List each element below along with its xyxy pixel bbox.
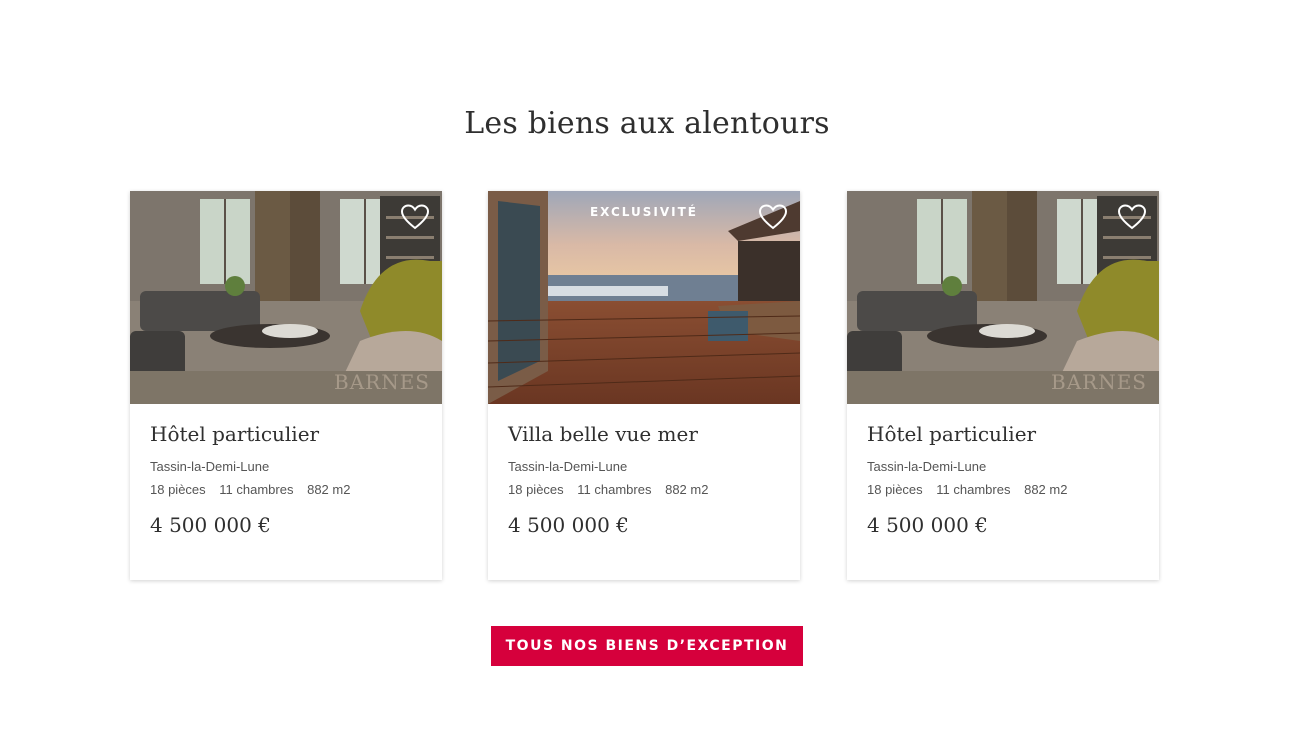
property-card[interactable]: BARNES Hôtel particulier Tassin-la-Demi-… xyxy=(847,191,1159,580)
property-price: 4 500 000 € xyxy=(150,513,271,537)
heart-outline-icon xyxy=(758,204,788,230)
property-location: Tassin-la-Demi-Lune xyxy=(508,459,628,474)
property-area: 882 m2 xyxy=(1024,482,1068,497)
brand-watermark: BARNES xyxy=(1051,370,1147,394)
favorite-button[interactable] xyxy=(1117,203,1147,231)
property-specs: 18 pièces 11 chambres 882 m2 xyxy=(150,481,422,499)
property-card[interactable]: EXCLUSIVITÉ Villa belle vue mer Tassin-l… xyxy=(488,191,800,580)
favorite-button[interactable] xyxy=(400,203,430,231)
property-title[interactable]: Villa belle vue mer xyxy=(508,422,780,446)
heart-outline-icon xyxy=(1117,204,1147,230)
property-price: 4 500 000 € xyxy=(508,513,629,537)
property-rooms: 18 pièces xyxy=(867,482,923,497)
favorite-button[interactable] xyxy=(758,203,788,231)
property-area: 882 m2 xyxy=(665,482,709,497)
property-image[interactable]: BARNES xyxy=(847,191,1159,404)
brand-watermark: BARNES xyxy=(334,370,430,394)
property-rooms: 18 pièces xyxy=(508,482,564,497)
property-title[interactable]: Hôtel particulier xyxy=(150,422,422,446)
property-bedrooms: 11 chambres xyxy=(936,482,1011,497)
property-specs: 18 pièces 11 chambres 882 m2 xyxy=(867,481,1139,499)
property-location: Tassin-la-Demi-Lune xyxy=(867,459,987,474)
property-image[interactable]: EXCLUSIVITÉ xyxy=(488,191,800,404)
property-specs: 18 pièces 11 chambres 882 m2 xyxy=(508,481,780,499)
sea-view-terrace-photo xyxy=(488,191,800,404)
property-card[interactable]: BARNES Hôtel particulier Tassin-la-Demi-… xyxy=(130,191,442,580)
property-location: Tassin-la-Demi-Lune xyxy=(150,459,270,474)
property-bedrooms: 11 chambres xyxy=(219,482,294,497)
property-price: 4 500 000 € xyxy=(867,513,988,537)
section-title: Les biens aux alentours xyxy=(464,106,830,141)
property-rooms: 18 pièces xyxy=(150,482,206,497)
all-properties-button[interactable]: TOUS NOS BIENS D’EXCEPTION xyxy=(491,626,803,666)
property-bedrooms: 11 chambres xyxy=(577,482,652,497)
property-area: 882 m2 xyxy=(307,482,351,497)
exclusivity-badge: EXCLUSIVITÉ xyxy=(589,205,699,219)
property-title[interactable]: Hôtel particulier xyxy=(867,422,1139,446)
heart-outline-icon xyxy=(400,204,430,230)
property-image[interactable]: BARNES xyxy=(130,191,442,404)
